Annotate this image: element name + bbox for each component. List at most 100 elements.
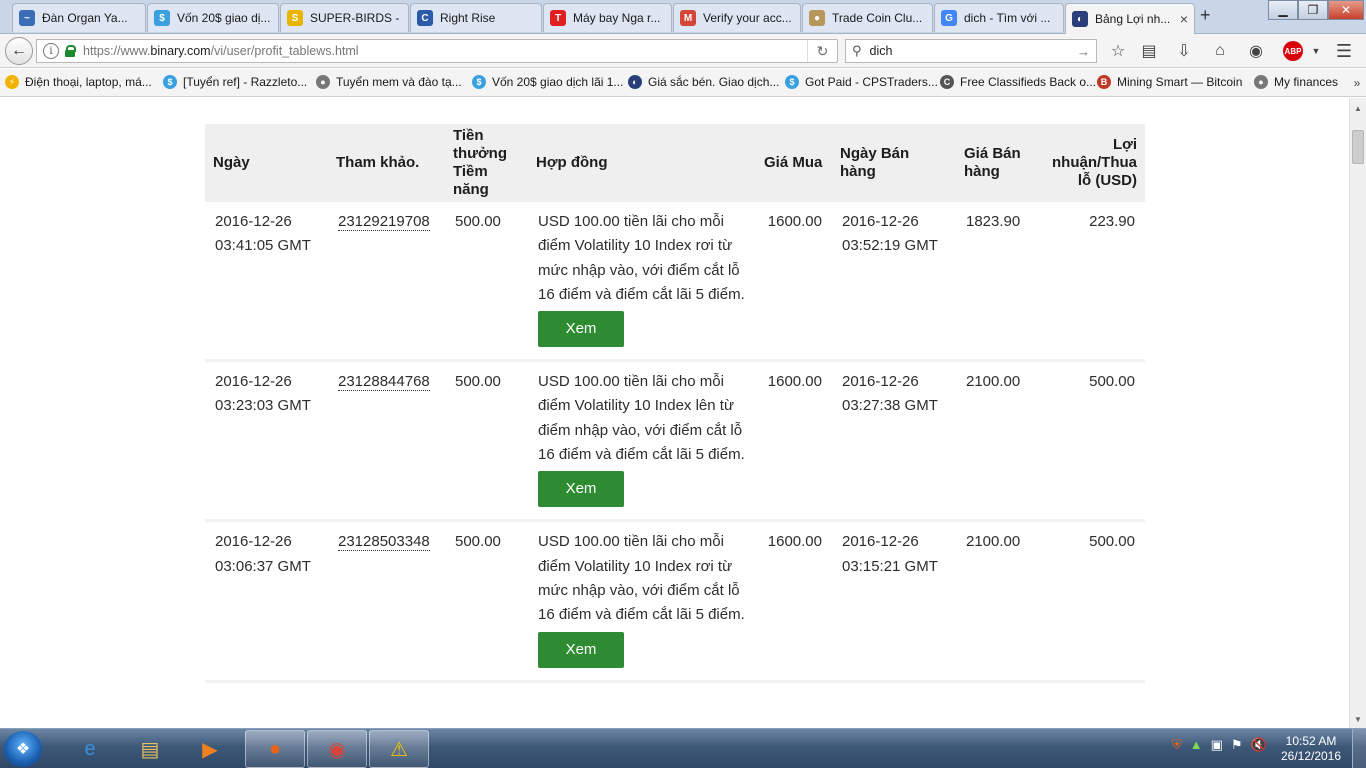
cell-sell-price: 2100.00 bbox=[956, 520, 1036, 683]
header-sell-price[interactable]: Giá Bán hàng bbox=[956, 124, 1036, 202]
profit-table: Ngày Tham khảo. Tiền thưởng Tiềm năng Hợ… bbox=[205, 124, 1145, 683]
close-tab-icon[interactable]: × bbox=[1176, 11, 1188, 27]
close-window-button[interactable]: ✕ bbox=[1328, 0, 1364, 20]
home-icon[interactable]: ⌂ bbox=[1210, 41, 1230, 61]
tab-label: Máy bay Nga r... bbox=[573, 11, 661, 25]
view-button[interactable]: Xem bbox=[538, 471, 624, 508]
bookmark-item[interactable]: ⚡ Điện thoại, laptop, má... bbox=[5, 75, 152, 89]
network-icon[interactable]: ▲ bbox=[1190, 737, 1203, 753]
reference-id[interactable]: 23128844768 bbox=[338, 373, 430, 392]
system-clock[interactable]: 10:52 AM 26/12/2016 bbox=[1276, 734, 1346, 764]
sell-date-value: 2016-12-26 bbox=[842, 533, 919, 551]
cell-buy-price: 1600.00 bbox=[756, 520, 832, 683]
windows-start-icon[interactable]: ❖ bbox=[4, 731, 42, 767]
bookmark-item[interactable]: $ [Tuyển ref] - Razzleto... bbox=[163, 75, 307, 89]
back-arrow-icon: ← bbox=[11, 42, 27, 59]
reference-id[interactable]: 23128503348 bbox=[338, 533, 430, 552]
header-date[interactable]: Ngày bbox=[205, 124, 328, 202]
volume-muted-icon[interactable]: 🔇 bbox=[1251, 737, 1267, 753]
file-explorer-icon[interactable]: ▤ bbox=[120, 730, 180, 768]
pocket-icon[interactable]: ◉ bbox=[1246, 41, 1266, 61]
warning-icon[interactable]: ⚠ bbox=[369, 730, 429, 768]
url-text[interactable]: https://www.binary.com/vi/user/profit_ta… bbox=[83, 44, 359, 58]
navigation-toolbar: ← i https://www.binary.com/vi/user/profi… bbox=[0, 34, 1366, 68]
cell-profit-loss: 500.00 bbox=[1036, 520, 1145, 683]
scroll-down-icon[interactable]: ▼ bbox=[1354, 715, 1362, 724]
chrome-icon[interactable]: ◉ bbox=[307, 730, 367, 768]
shield-icon[interactable]: ⛨ bbox=[1172, 737, 1182, 753]
minimize-button[interactable]: ▁ bbox=[1268, 0, 1298, 20]
cell-sell-date: 2016-12-26 03:52:19 GMT bbox=[832, 202, 956, 363]
more-bookmarks-icon[interactable]: » bbox=[1347, 73, 1366, 93]
bookmarks-toolbar: » ⚡ Điện thoại, laptop, má... $ [Tuyển ref]… bbox=[0, 69, 1366, 97]
browser-tab[interactable]: C Right Rise bbox=[410, 3, 542, 32]
bookmark-star-icon[interactable]: ☆ bbox=[1108, 41, 1128, 61]
header-profit-loss[interactable]: Lợi nhuận/Thua lỗ (USD) bbox=[1036, 124, 1145, 202]
header-sell-date[interactable]: Ngày Bán hàng bbox=[832, 124, 956, 202]
scrollbar-thumb[interactable] bbox=[1352, 130, 1364, 164]
maximize-button[interactable]: ❐ bbox=[1298, 0, 1328, 20]
site-info-icon[interactable]: i bbox=[43, 43, 59, 59]
cell-sell-price: 2100.00 bbox=[956, 360, 1036, 523]
bookmark-item[interactable]: ● Tuyển mem và đào tạ... bbox=[316, 75, 462, 89]
cell-profit-loss: 223.90 bbox=[1036, 202, 1145, 363]
bookmark-item[interactable]: C Free Classifieds Back o... bbox=[940, 75, 1096, 89]
browser-tab[interactable]: S SUPER-BIRDS - ... bbox=[280, 3, 409, 32]
bookmark-label: Mining Smart — Bitcoin bbox=[1117, 75, 1243, 89]
site-icon: ~ bbox=[19, 10, 35, 26]
bookmark-item[interactable]: B Mining Smart — Bitcoin bbox=[1097, 75, 1242, 89]
browser-tab[interactable]: T Máy bay Nga r... bbox=[543, 3, 672, 32]
new-tab-button[interactable]: + bbox=[1200, 5, 1211, 26]
header-contract[interactable]: Hợp đồng bbox=[528, 124, 756, 202]
search-bar[interactable]: ⚲ dich → bbox=[845, 39, 1097, 63]
view-button[interactable]: Xem bbox=[538, 311, 624, 348]
firefox-icon[interactable]: ● bbox=[245, 730, 305, 768]
bookmark-item[interactable]: $ Got Paid - CPSTraders... bbox=[785, 75, 938, 89]
bookmark-item[interactable]: ● My finances bbox=[1254, 75, 1338, 89]
downloads-icon[interactable]: ⇩ bbox=[1174, 41, 1194, 61]
monitor-icon[interactable]: ▣ bbox=[1211, 737, 1223, 753]
reload-icon[interactable]: ↻ bbox=[807, 40, 837, 62]
vertical-scrollbar[interactable]: ▲ ▼ bbox=[1349, 98, 1366, 728]
browser-tab[interactable]: ● Trade Coin Clu... bbox=[802, 3, 933, 32]
header-ref[interactable]: Tham khảo. bbox=[328, 124, 445, 202]
google-icon: G bbox=[941, 10, 957, 26]
chevron-down-icon[interactable]: ▼ bbox=[1306, 41, 1326, 61]
browser-tab[interactable]: ~ Đàn Organ Ya... bbox=[12, 3, 146, 32]
header-buy-price[interactable]: Giá Mua bbox=[756, 124, 832, 202]
internet-explorer-icon[interactable]: e bbox=[60, 730, 120, 768]
header-payout[interactable]: Tiền thưởng Tiềm năng bbox=[445, 124, 528, 202]
view-button[interactable]: Xem bbox=[538, 631, 624, 668]
table-header-row: Ngày Tham khảo. Tiền thưởng Tiềm năng Hợ… bbox=[205, 124, 1145, 202]
address-bar[interactable]: i https://www.binary.com/vi/user/profit_… bbox=[36, 39, 838, 63]
cell-sell-price: 1823.90 bbox=[956, 202, 1036, 363]
reading-list-icon[interactable]: ▤ bbox=[1139, 41, 1159, 61]
browser-tab[interactable]: M Verify your acc... bbox=[673, 3, 801, 32]
menu-icon[interactable]: ☰ bbox=[1334, 41, 1354, 61]
browser-tab[interactable]: Gdich - Tìm với ... bbox=[934, 3, 1064, 32]
sell-date-value: 2016-12-26 bbox=[842, 373, 919, 391]
bookmark-label: Free Classifieds Back o... bbox=[960, 75, 1097, 89]
browser-tab[interactable]: $ Vốn 20$ giao dị... bbox=[147, 3, 279, 32]
browser-tab[interactable]: ◐ Bảng Lợi nh... × bbox=[1065, 3, 1195, 34]
search-go-icon[interactable]: → bbox=[1077, 44, 1090, 59]
bookmark-favicon-icon: $ bbox=[163, 75, 177, 89]
bookmark-favicon-icon: $ bbox=[785, 75, 799, 89]
bookmark-label: Tuyển mem và đào tạ... bbox=[336, 75, 462, 89]
bookmark-item[interactable]: ◐ Giá sắc bén. Giao dịch... bbox=[628, 75, 779, 89]
bookmark-favicon-icon: ◐ bbox=[628, 75, 642, 89]
media-player-icon[interactable]: ▶ bbox=[180, 730, 240, 768]
bookmark-label: Vốn 20$ giao dịch lãi 1... bbox=[492, 75, 624, 89]
reference-id[interactable]: 23129219708 bbox=[338, 213, 430, 231]
back-button[interactable]: ← bbox=[5, 37, 33, 65]
adblock-plus-icon[interactable]: ABP bbox=[1283, 41, 1303, 61]
system-tray: ⛨ ▲ ▣ ⚑ 🔇 bbox=[1172, 737, 1267, 753]
flag-icon[interactable]: ⚑ bbox=[1231, 737, 1243, 753]
t-icon: T bbox=[550, 10, 566, 26]
bookmark-item[interactable]: $ Vốn 20$ giao dịch lãi 1... bbox=[472, 75, 623, 89]
scroll-up-icon[interactable]: ▲ bbox=[1354, 104, 1362, 113]
table-row: 2016-12-26 03:41:05 GMT 23129219708 500.0… bbox=[205, 202, 1145, 363]
search-query[interactable]: dich bbox=[870, 44, 893, 58]
show-desktop-button[interactable] bbox=[1352, 729, 1366, 768]
bookmark-favicon-icon: C bbox=[940, 75, 954, 89]
